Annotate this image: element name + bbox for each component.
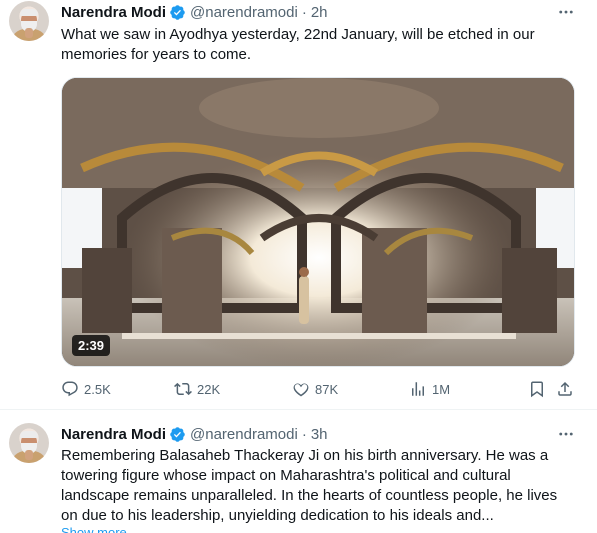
verified-badge-icon bbox=[170, 426, 185, 442]
tweet-text-line: towering figure whose impact on Maharash… bbox=[61, 467, 511, 484]
reply-count: 2.5K bbox=[84, 381, 111, 397]
timestamp[interactable]: 2h bbox=[311, 4, 328, 21]
tweet-text-line: landscape remains unparalleled. In the h… bbox=[61, 487, 558, 504]
share-icon[interactable] bbox=[556, 380, 574, 398]
tweet-text-line: on due to his leadership, unyielding ded… bbox=[61, 507, 494, 524]
tweet-text: Remembering Balasaheb Thackeray Ji on hi… bbox=[61, 446, 581, 526]
repost-icon bbox=[174, 382, 192, 396]
repost-button[interactable]: 22K bbox=[174, 379, 220, 399]
tweet-header: Narendra Modi @narendramodi · 2h bbox=[61, 2, 328, 22]
views-count: 1M bbox=[432, 381, 451, 397]
tweet-1[interactable]: Narendra Modi @narendramodi · 2h What we… bbox=[0, 0, 597, 409]
timestamp[interactable]: 3h bbox=[311, 426, 328, 443]
reply-button[interactable]: 2.5K bbox=[61, 379, 111, 399]
author-name[interactable]: Narendra Modi bbox=[61, 4, 166, 21]
like-count: 87K bbox=[315, 381, 339, 397]
tweet-header: Narendra Modi @narendramodi · 3h bbox=[61, 424, 328, 444]
views-button[interactable]: 1M bbox=[409, 379, 450, 399]
repost-count: 22K bbox=[197, 381, 221, 397]
reply-icon bbox=[62, 381, 78, 397]
show-more-link[interactable]: Show more bbox=[61, 524, 127, 533]
tweet-text: What we saw in Ayodhya yesterday, 22nd J… bbox=[61, 26, 535, 63]
bookmark-icon[interactable] bbox=[528, 380, 546, 398]
author-handle[interactable]: @narendramodi bbox=[190, 426, 298, 443]
like-icon bbox=[293, 383, 309, 397]
author-handle[interactable]: @narendramodi bbox=[190, 4, 298, 21]
avatar[interactable] bbox=[9, 423, 49, 463]
more-icon[interactable] bbox=[556, 424, 576, 444]
more-icon[interactable] bbox=[556, 2, 576, 22]
views-icon bbox=[412, 382, 424, 396]
video-duration: 2:39 bbox=[72, 335, 111, 356]
separator: · bbox=[301, 3, 307, 21]
author-name[interactable]: Narendra Modi bbox=[61, 426, 166, 443]
avatar[interactable] bbox=[9, 1, 49, 41]
like-button[interactable]: 87K bbox=[292, 379, 338, 399]
action-bar: 2.5K 22K 87K 1M bbox=[61, 379, 581, 399]
video-player[interactable]: 2:39 bbox=[61, 77, 575, 367]
separator: · bbox=[301, 425, 307, 443]
temple-video-frame bbox=[62, 78, 574, 366]
tweet-text-line: Remembering Balasaheb Thackeray Ji on hi… bbox=[61, 447, 549, 464]
tweet-2[interactable]: Narendra Modi @narendramodi · 3h Remembe… bbox=[0, 410, 597, 533]
verified-badge-icon bbox=[170, 4, 185, 20]
